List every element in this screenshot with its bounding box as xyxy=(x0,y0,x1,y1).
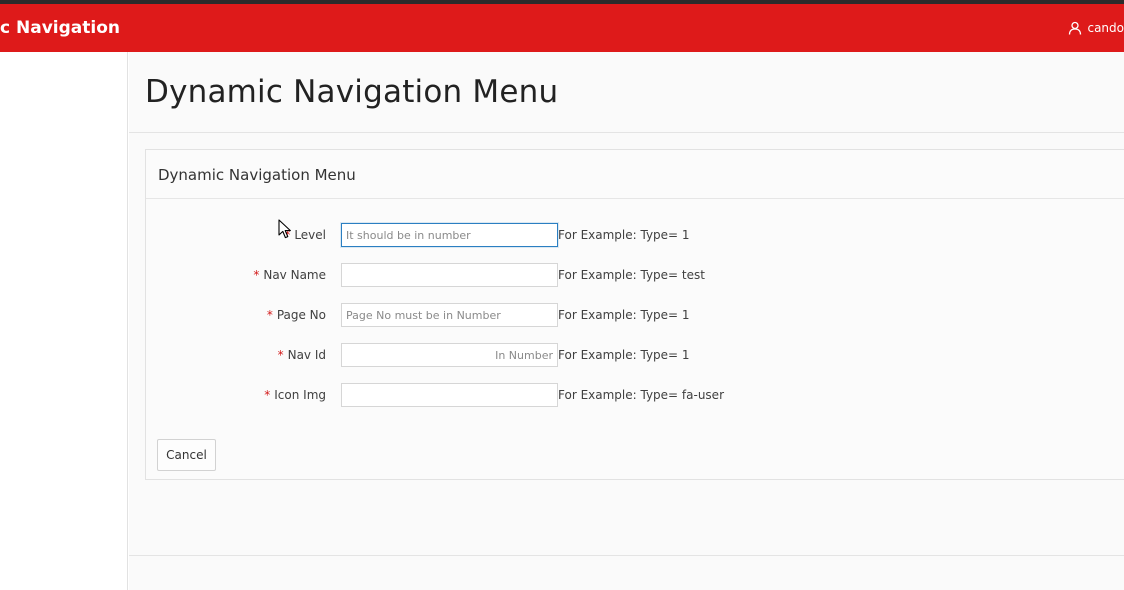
sidebar xyxy=(0,52,128,590)
app-header: c Navigation cando xyxy=(0,4,1124,52)
page-no-label: * Page No xyxy=(267,303,326,327)
level-input[interactable] xyxy=(341,223,558,247)
title-divider xyxy=(129,132,1124,133)
required-marker: * xyxy=(277,348,284,362)
icon-img-input[interactable] xyxy=(341,383,558,407)
nav-name-label: * Nav Name xyxy=(253,263,326,287)
user-icon xyxy=(1068,21,1082,35)
field-row-page-no: *Page No For Example: Type= 1 xyxy=(146,303,846,327)
page-no-hint: For Example: Type= 1 xyxy=(558,308,690,322)
user-menu[interactable]: cando xyxy=(1068,4,1124,52)
level-label-text: Level xyxy=(294,228,326,242)
icon-img-label-text: Icon Img xyxy=(274,388,326,402)
bottom-divider xyxy=(129,555,1124,556)
icon-img-label: * Icon Img xyxy=(264,383,326,407)
nav-id-input[interactable] xyxy=(341,343,558,367)
page-no-input[interactable] xyxy=(341,303,558,327)
level-hint: For Example: Type= 1 xyxy=(558,228,690,242)
nav-id-label: * Nav Id xyxy=(278,343,326,367)
cancel-button[interactable]: Cancel xyxy=(157,439,216,471)
mouse-pointer-icon xyxy=(278,219,292,244)
nav-name-hint: For Example: Type= test xyxy=(558,268,705,282)
nav-id-hint: For Example: Type= 1 xyxy=(558,348,690,362)
required-marker: * xyxy=(264,388,271,402)
form-region: Dynamic Navigation Menu *Level For Examp… xyxy=(145,149,1124,480)
required-marker: * xyxy=(266,308,273,322)
field-row-icon-img: * Icon Img For Example: Type= fa-user xyxy=(146,383,846,407)
region-title: Dynamic Navigation Menu xyxy=(158,166,356,184)
app-title[interactable]: c Navigation xyxy=(0,4,120,52)
icon-img-hint: For Example: Type= fa-user xyxy=(558,388,724,402)
page-no-label-text: Page No xyxy=(276,308,326,322)
user-name: cando xyxy=(1087,21,1124,35)
region-header: Dynamic Navigation Menu xyxy=(146,150,1124,199)
field-row-nav-id: *Nav Id For Example: Type= 1 xyxy=(146,343,846,367)
page-title: Dynamic Navigation Menu xyxy=(145,74,559,110)
nav-id-label-text: Nav Id xyxy=(287,348,326,362)
main-content: Dynamic Navigation Menu Dynamic Navigati… xyxy=(129,52,1124,590)
required-marker: * xyxy=(253,268,260,282)
nav-name-input[interactable] xyxy=(341,263,558,287)
nav-name-label-text: Nav Name xyxy=(263,268,326,282)
field-row-nav-name: * Nav Name For Example: Type= test xyxy=(146,263,846,287)
field-row-level: *Level For Example: Type= 1 xyxy=(146,223,846,247)
